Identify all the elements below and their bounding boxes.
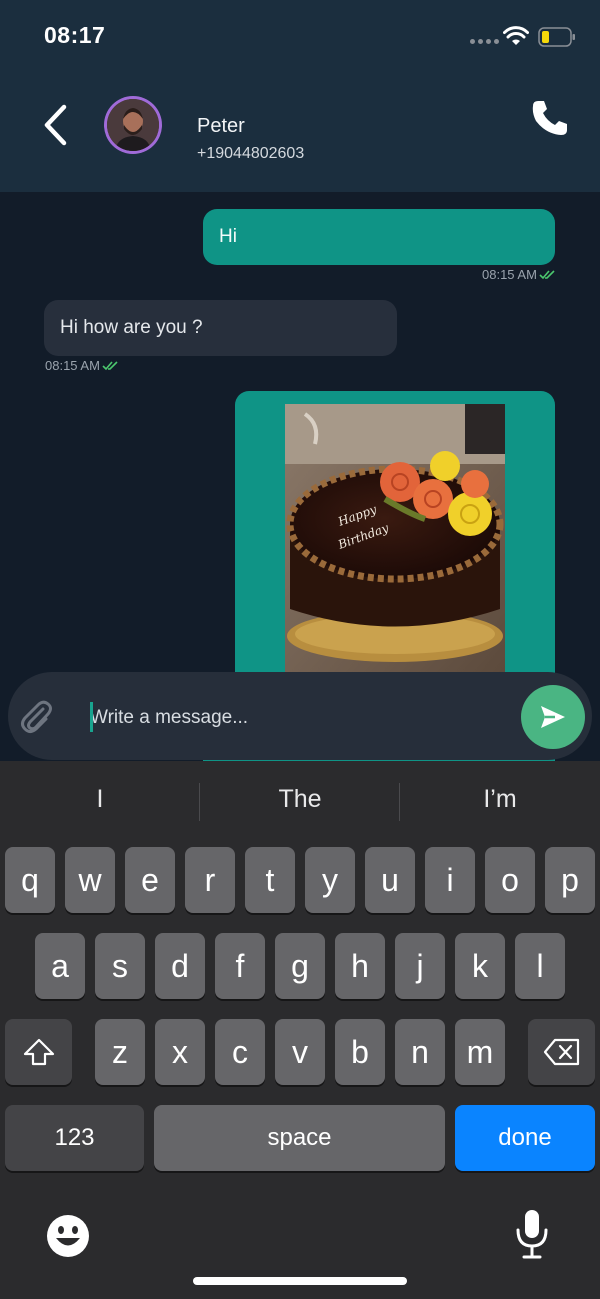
space-key[interactable]: space — [154, 1105, 445, 1171]
contact-phone: +19044802603 — [197, 145, 305, 162]
emoji-icon[interactable] — [45, 1213, 91, 1259]
status-time: 08:17 — [44, 22, 106, 48]
key-n[interactable]: n — [395, 1019, 445, 1085]
done-key[interactable]: done — [455, 1105, 595, 1171]
key-y[interactable]: y — [305, 847, 355, 913]
message-text: Hi how are you ? — [60, 317, 203, 338]
key-q[interactable]: q — [5, 847, 55, 913]
send-button[interactable] — [521, 685, 585, 749]
key-h[interactable]: h — [335, 933, 385, 999]
incoming-message-bubble[interactable]: Hi how are you ? — [44, 300, 397, 356]
send-arrow-icon — [541, 706, 565, 728]
key-c[interactable]: c — [215, 1019, 265, 1085]
key-x[interactable]: x — [155, 1019, 205, 1085]
key-o[interactable]: o — [485, 847, 535, 913]
suggestion-3[interactable]: I’m — [400, 785, 600, 814]
key-w[interactable]: w — [65, 847, 115, 913]
key-f[interactable]: f — [215, 933, 265, 999]
key-m[interactable]: m — [455, 1019, 505, 1085]
message-timestamp: 08:15 AM — [482, 267, 555, 282]
key-d[interactable]: d — [155, 933, 205, 999]
message-input[interactable] — [90, 700, 490, 736]
key-g[interactable]: g — [275, 933, 325, 999]
key-z[interactable]: z — [95, 1019, 145, 1085]
microphone-icon[interactable] — [514, 1208, 550, 1260]
outgoing-message-bubble[interactable]: Hi — [203, 209, 555, 265]
key-p[interactable]: p — [545, 847, 595, 913]
backspace-key[interactable] — [528, 1019, 595, 1085]
phone-call-icon[interactable] — [530, 98, 570, 138]
timestamp-text: 08:15 AM — [482, 267, 537, 282]
battery-icon — [538, 27, 575, 47]
shift-key[interactable] — [5, 1019, 72, 1085]
message-text: Hi — [219, 226, 237, 247]
key-s[interactable]: s — [95, 933, 145, 999]
contact-avatar[interactable] — [104, 96, 162, 154]
key-k[interactable]: k — [455, 933, 505, 999]
key-t[interactable]: t — [245, 847, 295, 913]
key-a[interactable]: a — [35, 933, 85, 999]
back-chevron-icon[interactable] — [40, 104, 72, 146]
key-b[interactable]: b — [335, 1019, 385, 1085]
timestamp-text: 08:15 AM — [45, 358, 100, 373]
key-e[interactable]: e — [125, 847, 175, 913]
paperclip-icon[interactable] — [18, 699, 54, 735]
home-indicator[interactable] — [193, 1277, 407, 1285]
contact-name: Peter — [197, 115, 245, 137]
double-check-icon — [539, 270, 555, 280]
key-l[interactable]: l — [515, 933, 565, 999]
cake-photo-image[interactable]: Happy Birthday — [285, 404, 505, 672]
shift-arrow-icon — [23, 1038, 54, 1066]
wifi-icon — [503, 26, 529, 45]
backspace-icon — [543, 1038, 579, 1066]
numbers-key[interactable]: 123 — [5, 1105, 144, 1171]
text-cursor — [90, 702, 93, 732]
suggestion-1[interactable]: I — [0, 785, 200, 814]
key-j[interactable]: j — [395, 933, 445, 999]
cellular-signal-icon — [470, 39, 499, 44]
key-u[interactable]: u — [365, 847, 415, 913]
key-v[interactable]: v — [275, 1019, 325, 1085]
suggestion-2[interactable]: The — [200, 785, 400, 814]
key-i[interactable]: i — [425, 847, 475, 913]
message-timestamp: 08:15 AM — [45, 358, 118, 373]
double-check-icon — [102, 361, 118, 371]
key-r[interactable]: r — [185, 847, 235, 913]
